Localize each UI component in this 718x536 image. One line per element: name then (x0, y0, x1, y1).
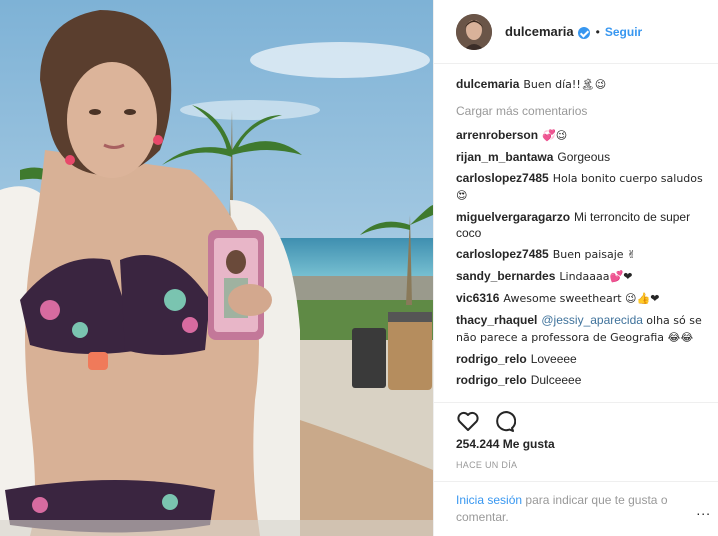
caption-text: Buen día!!🏝😉 (523, 78, 607, 91)
avatar[interactable] (456, 13, 492, 50)
comment-text: 💞😉 (542, 129, 568, 142)
comment-username[interactable]: arrenroberson (456, 128, 538, 142)
comment-username[interactable]: carloslopez7485 (456, 171, 549, 185)
post-header: dulcemaria • Seguir (434, 0, 718, 64)
comment-icon (496, 411, 517, 432)
verified-badge-icon (577, 26, 590, 39)
avatar-image (456, 13, 492, 50)
like-button[interactable] (456, 409, 480, 433)
comment-username[interactable]: rijan_m_bantawa (456, 150, 553, 164)
load-more-comments-button[interactable]: Cargar más comentarios (456, 104, 706, 118)
login-prompt: Inicia sesión para indicar que te gusta … (434, 481, 718, 536)
list-item: thacy_rhaquel @jessiy_aparecida olha só s… (456, 312, 706, 346)
list-item: rodrigo_relo Loveeee (456, 351, 706, 367)
comment-username[interactable]: carloslopez7485 (456, 247, 549, 261)
comment-text: Gorgeous (557, 150, 611, 164)
login-link[interactable]: Inicia sesión (456, 493, 522, 507)
post-timestamp[interactable]: HACE UN DÍA (456, 460, 517, 470)
beach-selfie-image (0, 0, 433, 536)
comments-list: dulcemaria Buen día!!🏝😉 Cargar más coment… (456, 76, 706, 393)
post-author-username[interactable]: dulcemaria (505, 24, 574, 39)
comment-text: Lindaaaa💕❤ (559, 270, 633, 283)
post-side-panel: dulcemaria • Seguir dulcemaria Buen día!!… (433, 0, 718, 536)
list-item: vic6316 Awesome sweetheart 😉👍❤ (456, 290, 706, 307)
comment-username[interactable]: rodrigo_relo (456, 352, 527, 366)
caption: dulcemaria Buen día!!🏝😉 (456, 76, 706, 93)
likes-count[interactable]: 254.244 Me gusta (456, 437, 555, 451)
list-item: arrenroberson 💞😉 (456, 127, 706, 144)
comment-text: Buen paisaje ✌ (552, 248, 637, 261)
list-item: sandy_bernardes Lindaaaa💕❤ (456, 268, 706, 285)
list-item: carloslopez7485 Hola bonito cuerpo saludo… (456, 170, 706, 204)
heart-icon (457, 411, 479, 431)
separator-dot: • (595, 24, 600, 39)
comment-mention-link[interactable]: @jessiy_aparecida (541, 313, 643, 327)
comment-username[interactable]: miguelvergaragarzo (456, 210, 570, 224)
post-actions-bar (434, 402, 718, 432)
comment-username[interactable]: thacy_rhaquel (456, 313, 537, 327)
comment-username[interactable]: vic6316 (456, 291, 499, 305)
list-item: rodrigo_relo Dulceeee (456, 372, 706, 388)
list-item: rijan_m_bantawa Gorgeous (456, 149, 706, 165)
comment-username[interactable]: rodrigo_relo (456, 373, 527, 387)
comment-text: Loveeee (530, 352, 577, 366)
comment-text: Dulceeee (530, 373, 582, 387)
list-item: miguelvergaragarzo Mi terroncito de super… (456, 209, 706, 241)
caption-username[interactable]: dulcemaria (456, 77, 519, 91)
post-photo[interactable] (0, 0, 433, 536)
follow-button[interactable]: Seguir (605, 25, 642, 39)
comment-button[interactable] (492, 409, 517, 433)
list-item: carloslopez7485 Buen paisaje ✌ (456, 246, 706, 263)
comment-username[interactable]: sandy_bernardes (456, 269, 555, 283)
more-options-icon[interactable]: ... (696, 502, 711, 519)
comment-text: Awesome sweetheart 😉👍❤ (503, 292, 660, 305)
